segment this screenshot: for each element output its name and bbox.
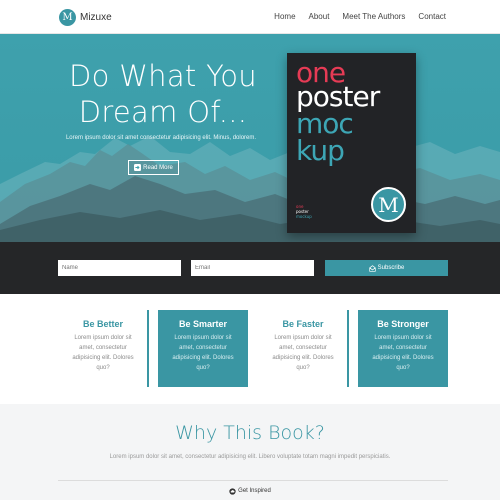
nav-link-about[interactable]: About (309, 12, 330, 21)
arrow-right-icon (134, 164, 142, 171)
why-section: Why This Book? Lorem ipsum dolor sit ame… (0, 404, 500, 500)
envelope-open-icon (369, 264, 376, 272)
nav-link-contact[interactable]: Contact (418, 12, 446, 21)
feature-title: Be Better (82, 319, 123, 329)
feature-text: Lorem ipsum dolor sit amet, consectetur … (372, 335, 434, 371)
name-input[interactable] (58, 260, 181, 276)
poster-small-line: mockup (296, 214, 312, 219)
feature-title: Be Smarter (178, 319, 228, 329)
poster-mockup-image: one poster moc kup one poster mockup M (287, 53, 416, 233)
poster-logo-icon: M (371, 187, 406, 222)
feature-text: Lorem ipsum dolor sit amet, consectetur … (272, 335, 334, 371)
hero-title: Do What You Dream Of... (69, 59, 257, 129)
poster-text-line: kup (296, 134, 345, 167)
brand-logo-icon: M (59, 8, 76, 26)
why-text: Lorem ipsum dolor sit amet, consectetur … (109, 454, 391, 460)
feature-card: Be Faster Lorem ipsum dolor sit amet, co… (258, 310, 348, 387)
nav-link-authors[interactable]: Meet The Authors (342, 12, 405, 21)
feature-text: Lorem ipsum dolor sit amet, consectetur … (72, 335, 134, 371)
cloud-icon (229, 488, 236, 495)
section-divider (58, 480, 448, 481)
feature-card: Be Stronger Lorem ipsum dolor sit amet, … (358, 310, 448, 387)
feature-divider (147, 310, 149, 387)
features-section: Be Better Lorem ipsum dolor sit amet, co… (0, 294, 500, 404)
subscribe-button[interactable]: Subscribe (325, 260, 448, 276)
read-more-label: Read More (143, 164, 173, 171)
brand-name: Mizuxe (80, 11, 112, 23)
brand[interactable]: M Mizuxe (59, 8, 112, 26)
subscribe-label: Subscribe (377, 265, 405, 271)
feature-title: Be Stronger (377, 319, 429, 329)
feature-divider (347, 310, 349, 387)
landing-page: M Mizuxe Home About Meet The Authors Con… (0, 0, 500, 500)
nav-links: Home About Meet The Authors Contact (274, 12, 446, 21)
read-more-button[interactable]: Read More (128, 160, 179, 175)
hero-section: Do What You Dream Of... Lorem ipsum dolo… (0, 34, 500, 242)
feature-card: Be Better Lorem ipsum dolor sit amet, co… (58, 310, 148, 387)
poster-small-text: one poster mockup (296, 204, 312, 219)
navbar: M Mizuxe Home About Meet The Authors Con… (0, 0, 500, 34)
feature-card: Be Smarter Lorem ipsum dolor sit amet, c… (158, 310, 248, 387)
feature-text: Lorem ipsum dolor sit amet, consectetur … (172, 335, 234, 371)
why-title: Why This Book? (175, 422, 325, 444)
subscribe-bar: Subscribe (0, 242, 500, 294)
get-inspired-label: Get Inspired (238, 488, 271, 494)
email-input[interactable] (191, 260, 314, 276)
get-inspired-button[interactable]: Get Inspired (0, 488, 500, 495)
nav-link-home[interactable]: Home (274, 12, 295, 21)
feature-title: Be Faster (282, 319, 324, 329)
hero-subtitle: Lorem ipsum dolor sit amet consectetur a… (65, 135, 257, 141)
